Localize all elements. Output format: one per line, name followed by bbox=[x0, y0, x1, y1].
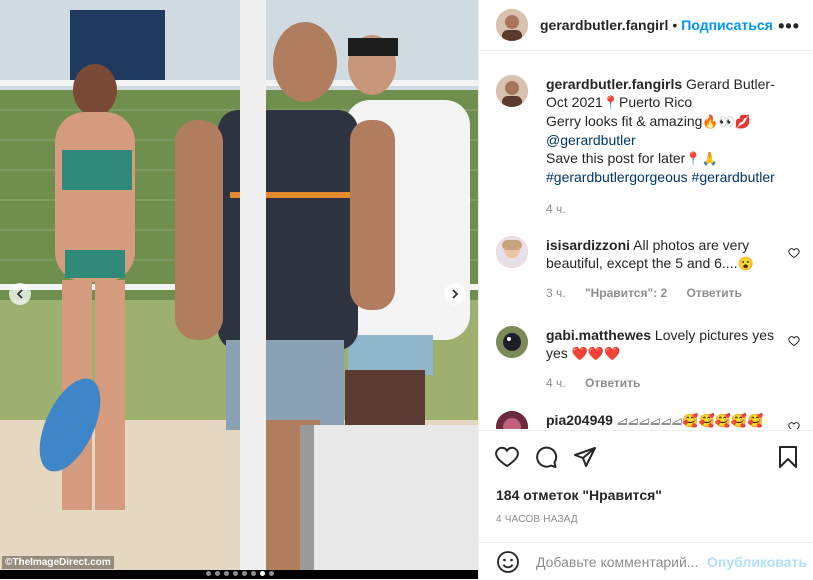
likes-count[interactable]: 184 отметок "Нравится" bbox=[496, 487, 662, 503]
caption-meta: 4 ч. bbox=[546, 200, 786, 218]
chevron-right-icon bbox=[452, 289, 459, 299]
carousel-dot bbox=[260, 571, 265, 576]
comment-item: isisardizzoni All photos are very beauti… bbox=[496, 236, 786, 302]
comment-input[interactable] bbox=[534, 552, 703, 571]
carousel-dot bbox=[206, 571, 211, 576]
caption: gerardbutler.fangirls Gerard Butler-Oct … bbox=[496, 75, 786, 218]
comment-like-heart-icon[interactable] bbox=[788, 247, 800, 259]
comment-username[interactable]: isisardizzoni bbox=[546, 237, 630, 253]
author-avatar[interactable] bbox=[496, 9, 528, 41]
commenter-avatar[interactable] bbox=[496, 326, 528, 358]
carousel-dot bbox=[233, 571, 238, 576]
carousel-dot bbox=[269, 571, 274, 576]
carousel-dot bbox=[224, 571, 229, 576]
commenter-avatar[interactable] bbox=[496, 411, 528, 429]
comment-time[interactable]: 3 ч. bbox=[546, 286, 566, 300]
pin-emoji: 📍 bbox=[602, 95, 620, 110]
post-actions: 184 отметок "Нравится" 4 часов назад bbox=[479, 430, 813, 525]
comment-text: ⧡⧡⧡⧡⧡⧡ bbox=[616, 412, 683, 428]
more-options-icon[interactable]: ••• bbox=[778, 16, 800, 37]
mention-link[interactable]: @gerardbutler bbox=[546, 132, 636, 148]
caption-emoji: 🔥👀💋 bbox=[702, 114, 751, 129]
post-time[interactable]: 4 часов назад bbox=[496, 514, 578, 525]
caption-text-4: Save this post for later bbox=[546, 150, 686, 166]
comment-like-heart-icon[interactable] bbox=[788, 421, 800, 429]
comment-likes[interactable]: "Нравится": 2 bbox=[585, 286, 667, 300]
caption-avatar[interactable] bbox=[496, 75, 528, 107]
post-photo bbox=[0, 0, 478, 570]
publish-button[interactable]: Опубликовать bbox=[707, 554, 807, 570]
post-media: ©TheImageDirect.com bbox=[0, 0, 478, 579]
caption-text-2: Puerto Rico bbox=[619, 94, 693, 110]
commenter-avatar[interactable] bbox=[496, 236, 528, 268]
like-heart-icon[interactable] bbox=[495, 445, 519, 469]
caption-text-3: Gerry looks fit & amazing bbox=[546, 113, 703, 129]
photo-credit: ©TheImageDirect.com bbox=[2, 556, 114, 569]
hashtags-link[interactable]: #gerardbutlergorgeous #gerardbutler bbox=[546, 169, 775, 185]
comment-item: gabi.matthewes Lovely pictures yes yes ❤… bbox=[496, 326, 786, 392]
comment-emoji: ❤️❤️❤️ bbox=[571, 346, 621, 361]
reply-button[interactable]: Ответить bbox=[585, 376, 640, 390]
bookmark-icon[interactable] bbox=[776, 445, 800, 469]
comment-like-heart-icon[interactable] bbox=[788, 335, 800, 347]
comment-body: isisardizzoni All photos are very beauti… bbox=[546, 236, 786, 302]
carousel-dot bbox=[215, 571, 220, 576]
carousel-dots bbox=[206, 571, 274, 576]
comment-username[interactable]: gabi.matthewes bbox=[546, 327, 651, 343]
comment-item: pia204949 ⧡⧡⧡⧡⧡⧡🥰🥰🥰🥰🥰 bbox=[496, 411, 786, 429]
reply-button[interactable]: Ответить bbox=[686, 286, 741, 300]
post-panel: gerardbutler.fangirl • Подписаться ••• g… bbox=[478, 0, 813, 579]
add-comment-bar: Опубликовать bbox=[479, 542, 813, 580]
header-separator: • bbox=[672, 17, 678, 33]
carousel-dot bbox=[242, 571, 247, 576]
author-username[interactable]: gerardbutler.fangirl bbox=[540, 17, 668, 33]
caption-body: gerardbutler.fangirls Gerard Butler-Oct … bbox=[546, 75, 786, 218]
comments-list: gerardbutler.fangirls Gerard Butler-Oct … bbox=[479, 51, 813, 429]
emoji-picker-icon[interactable] bbox=[496, 550, 520, 574]
comment-emoji: 🥰🥰🥰🥰🥰 bbox=[682, 413, 764, 428]
caption-username[interactable]: gerardbutler.fangirls bbox=[546, 76, 682, 92]
caption-emoji-2: 📍🙏 bbox=[685, 151, 718, 166]
comment-time[interactable]: 4 ч. bbox=[546, 376, 566, 390]
chevron-left-icon bbox=[16, 289, 23, 299]
comment-bubble-icon[interactable] bbox=[534, 445, 558, 469]
comment-meta: 3 ч. "Нравится": 2 Ответить bbox=[546, 284, 786, 302]
comment-meta: 4 ч. Ответить bbox=[546, 374, 786, 392]
share-paper-plane-icon[interactable] bbox=[573, 445, 597, 469]
post-header: gerardbutler.fangirl • Подписаться ••• bbox=[479, 0, 813, 51]
comment-body: gabi.matthewes Lovely pictures yes yes ❤… bbox=[546, 326, 786, 392]
carousel-prev-button[interactable] bbox=[9, 283, 31, 305]
comment-body: pia204949 ⧡⧡⧡⧡⧡⧡🥰🥰🥰🥰🥰 bbox=[546, 411, 786, 429]
action-icons bbox=[495, 445, 597, 469]
carousel-dot bbox=[251, 571, 256, 576]
follow-button[interactable]: Подписаться bbox=[681, 17, 773, 33]
comment-username[interactable]: pia204949 bbox=[546, 412, 613, 428]
caption-time[interactable]: 4 ч. bbox=[546, 202, 566, 216]
carousel-next-button[interactable] bbox=[444, 283, 466, 305]
comment-emoji: 😮 bbox=[737, 256, 754, 271]
